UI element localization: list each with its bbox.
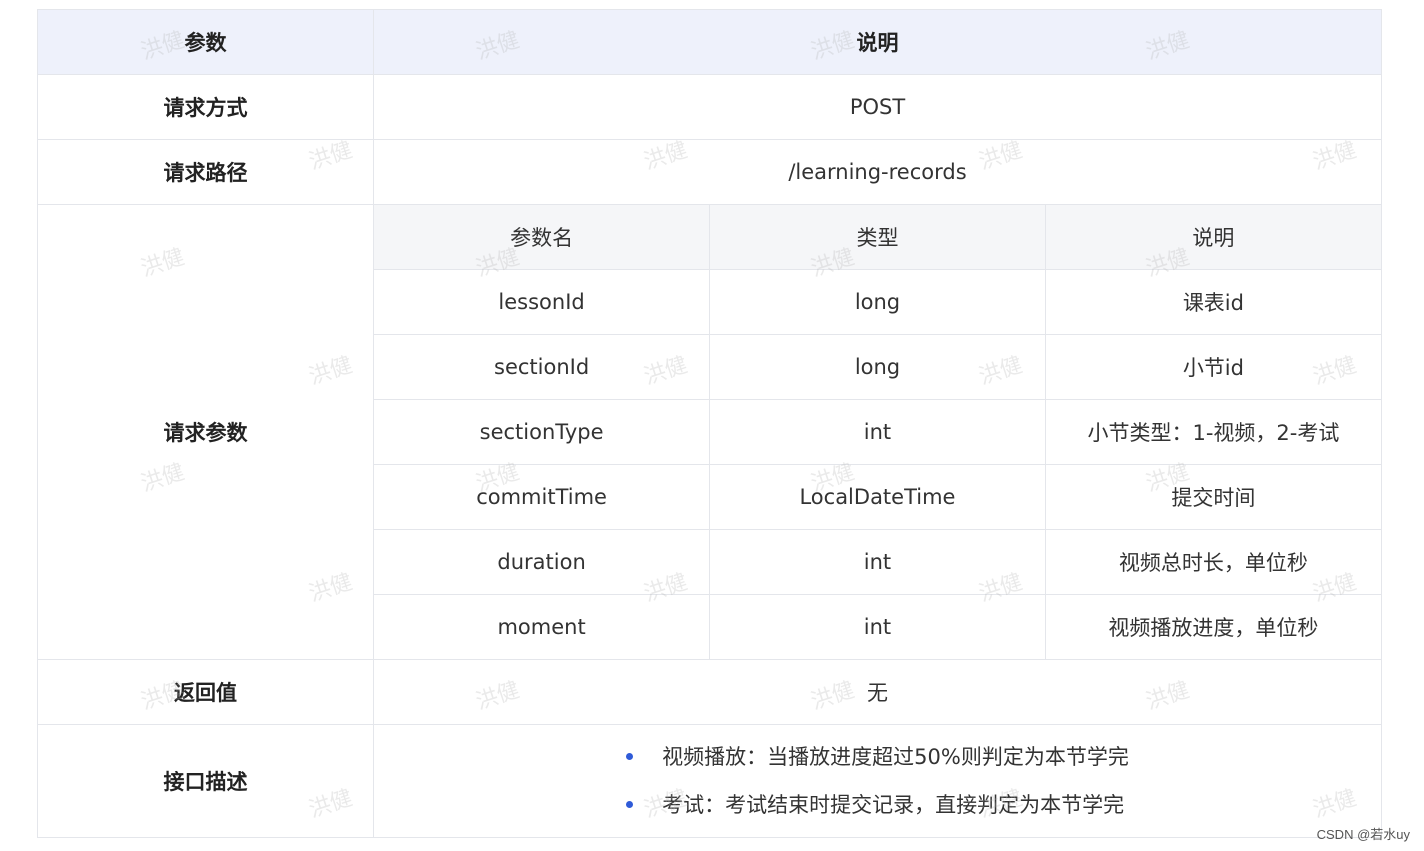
list-item: 考试：考试结束时提交记录，直接判定为本节学完 xyxy=(626,781,1129,829)
return-value: 无 xyxy=(373,659,1382,725)
params-row: 请求参数 参数名 类型 说明 lessonId long 课表id sectio… xyxy=(37,204,1382,660)
csdn-footer-mark: CSDN @若水uy xyxy=(1316,827,1410,842)
description-text: 考试：考试结束时提交记录，直接判定为本节学完 xyxy=(662,793,1125,817)
description-label: 接口描述 xyxy=(37,724,374,838)
return-row: 返回值 无 xyxy=(37,659,1382,725)
param-desc: 小节类型：1-视频，2-考试 xyxy=(1044,399,1381,465)
table-row: duration int 视频总时长，单位秒 xyxy=(374,529,1381,595)
params-table: 参数名 类型 说明 lessonId long 课表id sectionId l… xyxy=(374,205,1381,659)
list-item: 视频播放：当播放进度超过50%则判定为本节学完 xyxy=(626,733,1129,781)
params-col-desc: 说明 xyxy=(1044,205,1381,270)
param-type: long xyxy=(709,269,1046,335)
table-row: moment int 视频播放进度，单位秒 xyxy=(374,594,1381,659)
param-name: sectionId xyxy=(374,334,711,400)
header-desc-cell: 说明 xyxy=(373,9,1382,75)
param-desc: 视频总时长，单位秒 xyxy=(1044,529,1381,595)
method-value: POST xyxy=(373,74,1382,140)
param-name: moment xyxy=(374,594,711,659)
param-name: commitTime xyxy=(374,464,711,530)
table-row: sectionType int 小节类型：1-视频，2-考试 xyxy=(374,399,1381,465)
method-row: 请求方式 POST xyxy=(37,74,1382,140)
description-value: 视频播放：当播放进度超过50%则判定为本节学完 考试：考试结束时提交记录，直接判… xyxy=(373,724,1382,838)
params-header-row: 参数名 类型 说明 xyxy=(374,205,1381,270)
table-row: lessonId long 课表id xyxy=(374,269,1381,335)
path-value: /learning-records xyxy=(373,139,1382,205)
bullet-icon xyxy=(626,753,634,760)
description-list: 视频播放：当播放进度超过50%则判定为本节学完 考试：考试结束时提交记录，直接判… xyxy=(626,733,1129,829)
description-text: 视频播放：当播放进度超过50%则判定为本节学完 xyxy=(662,745,1129,769)
description-row: 接口描述 视频播放：当播放进度超过50%则判定为本节学完 考试：考试结束时提交记… xyxy=(37,724,1382,838)
api-spec-table: 参数 说明 请求方式 POST 请求路径 /learning-records 请… xyxy=(37,9,1382,838)
bullet-icon xyxy=(626,801,634,808)
param-desc: 视频播放进度，单位秒 xyxy=(1044,594,1381,659)
path-label: 请求路径 xyxy=(37,139,374,205)
return-label: 返回值 xyxy=(37,659,374,725)
param-type: long xyxy=(709,334,1046,400)
param-desc: 提交时间 xyxy=(1044,464,1381,530)
param-desc: 课表id xyxy=(1044,269,1381,335)
param-type: LocalDateTime xyxy=(709,464,1046,530)
params-col-type: 类型 xyxy=(709,205,1046,270)
method-label: 请求方式 xyxy=(37,74,374,140)
header-param-cell: 参数 xyxy=(37,9,374,75)
table-header-row: 参数 说明 xyxy=(37,9,1382,75)
params-label: 请求参数 xyxy=(37,204,374,660)
params-col-name: 参数名 xyxy=(374,205,711,270)
param-desc: 小节id xyxy=(1044,334,1381,400)
param-name: lessonId xyxy=(374,269,711,335)
param-type: int xyxy=(709,529,1046,595)
path-row: 请求路径 /learning-records xyxy=(37,139,1382,205)
params-nested-holder: 参数名 类型 说明 lessonId long 课表id sectionId l… xyxy=(373,204,1382,660)
table-row: commitTime LocalDateTime 提交时间 xyxy=(374,464,1381,530)
param-type: int xyxy=(709,594,1046,659)
param-name: duration xyxy=(374,529,711,595)
table-row: sectionId long 小节id xyxy=(374,334,1381,400)
param-name: sectionType xyxy=(374,399,711,465)
param-type: int xyxy=(709,399,1046,465)
